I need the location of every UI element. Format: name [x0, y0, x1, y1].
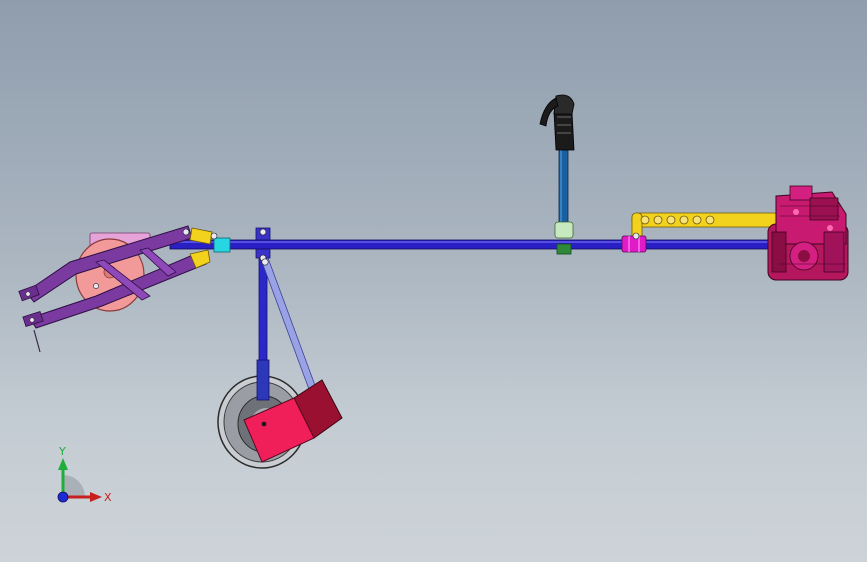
magenta-collar[interactable]	[621, 232, 647, 253]
diagonal-link[interactable]	[261, 257, 317, 393]
x-axis-label: X	[104, 491, 112, 504]
main-beam[interactable]	[169, 239, 781, 250]
cad-viewport[interactable]: Y X	[0, 0, 867, 562]
wheel-strut[interactable]	[255, 227, 271, 401]
engine-unit[interactable]	[767, 185, 849, 281]
assembly-drawing: Y X	[18, 94, 849, 504]
coordinate-triad-icon: Y X	[57, 445, 112, 504]
cyan-connector[interactable]	[213, 237, 231, 253]
y-axis-label: Y	[58, 445, 66, 458]
handle-assembly[interactable]	[539, 94, 575, 255]
